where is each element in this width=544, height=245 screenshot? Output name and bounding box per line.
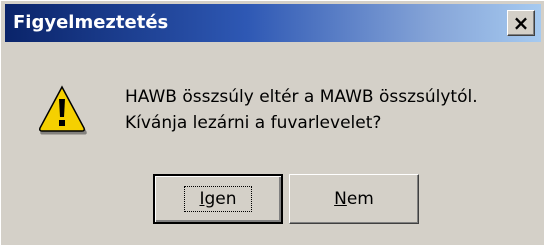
dialog-title: Figyelmeztetés [13, 12, 169, 33]
title-bar[interactable]: Figyelmeztetés × [5, 4, 541, 42]
no-button[interactable]: Nem [289, 174, 419, 224]
close-button[interactable]: × [507, 10, 535, 36]
dialog-message: HAWB összsúly eltér a MAWB összsúlytól. … [125, 84, 478, 136]
warning-icon [39, 85, 87, 135]
message-line-1: HAWB összsúly eltér a MAWB összsúlytól. [125, 87, 478, 107]
yes-button-label: Igen [184, 186, 252, 212]
no-button-label: Nem [334, 189, 374, 209]
message-line-2: Kívánja lezárni a fuvarlevelet? [125, 113, 382, 133]
warning-dialog: Figyelmeztetés × HAWB összsúly eltér a M… [0, 0, 544, 245]
yes-button[interactable]: Igen [153, 174, 283, 224]
close-icon: × [512, 11, 530, 35]
